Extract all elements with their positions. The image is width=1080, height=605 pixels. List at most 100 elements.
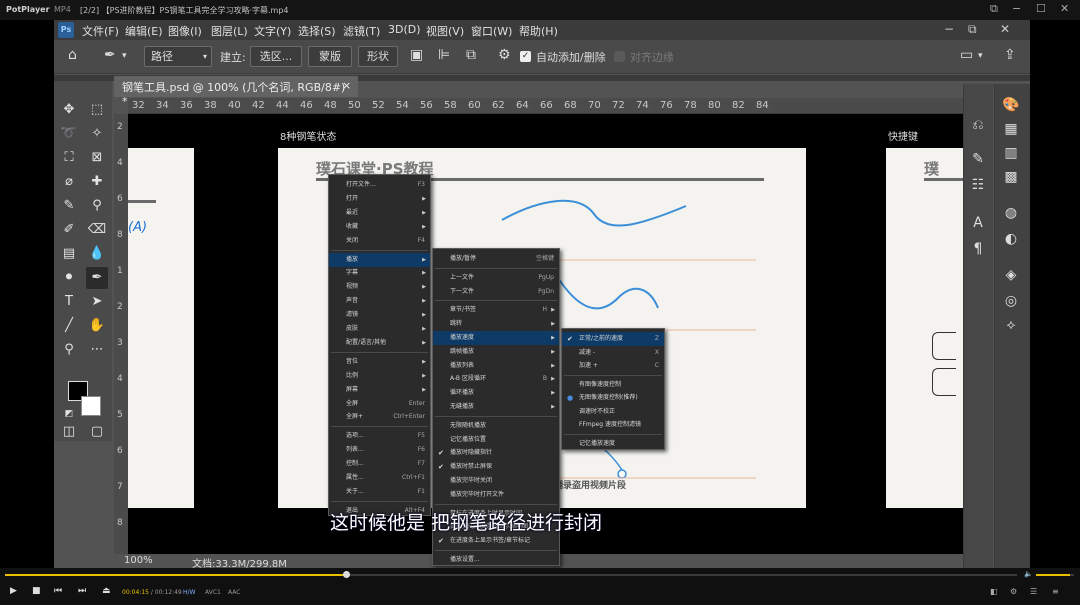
ps-close-icon[interactable]: ✕	[1000, 22, 1010, 36]
menu-item[interactable]: 记忆播放位置	[433, 433, 559, 447]
color-palette-icon[interactable]: 🎨	[1002, 96, 1020, 114]
menu-item[interactable]: A-B 区段循环 B ▶	[433, 372, 559, 386]
menu-file[interactable]: 文件(F)	[82, 23, 119, 39]
menu-item[interactable]: 有图像速度控制	[562, 378, 664, 392]
eyedropper-icon[interactable]: ⌀	[58, 171, 80, 193]
minimize-icon[interactable]: −	[1012, 2, 1021, 15]
menu-item[interactable]: FFmpeg 速度控制滤镜	[562, 418, 664, 432]
ps-minimize-icon[interactable]: −	[944, 22, 954, 36]
maximize-icon[interactable]: ☐	[1036, 2, 1046, 15]
previous-icon[interactable]: ⏮	[54, 586, 62, 596]
menu-item[interactable]: 控制... F7	[329, 457, 430, 471]
menu-item[interactable]: 循环播放 ▶	[433, 386, 559, 400]
menu-item[interactable]: 播放设置...	[433, 553, 559, 567]
seek-handle[interactable]	[343, 571, 350, 578]
close-icon[interactable]: ✕	[1060, 2, 1069, 15]
menu-item[interactable]: 关闭 F4	[329, 234, 430, 248]
chevron-down-icon[interactable]: ▾	[122, 51, 127, 61]
pen-tool-icon[interactable]: ✒	[104, 47, 116, 63]
menu-layer[interactable]: 图层(L)	[211, 23, 248, 39]
make-shape-button[interactable]: 形状	[358, 46, 398, 67]
background-color-swatch[interactable]	[81, 396, 101, 416]
eject-icon[interactable]: ⏏	[102, 586, 111, 596]
zoom-level[interactable]: 100%	[124, 555, 153, 566]
menu-item[interactable]: 字幕 ▶	[329, 266, 430, 280]
workspace-icon[interactable]: ▭	[960, 47, 973, 63]
menu-item[interactable]: 记忆播放速度	[562, 437, 664, 451]
menu-item[interactable]: ● 无图像速度控制(推荐)	[562, 391, 664, 405]
menu-3d[interactable]: 3D(D)	[388, 23, 421, 36]
menu-item[interactable]: ✔ 正常/之前的速度 Z	[562, 332, 664, 346]
menu-icon[interactable]: ≡	[1052, 587, 1059, 596]
menu-help[interactable]: 帮助(H)	[519, 23, 558, 39]
3d-icon[interactable]: ◧	[990, 587, 998, 596]
paths-icon[interactable]: ⟡	[1002, 316, 1020, 334]
menu-type[interactable]: 文字(Y)	[254, 23, 291, 39]
ps-restore-icon[interactable]: ⧉	[968, 22, 977, 37]
menu-image[interactable]: 图像(I)	[168, 23, 202, 39]
workspace-chevron-icon[interactable]: ▾	[978, 51, 983, 61]
gradients-icon[interactable]: ▥	[1002, 144, 1020, 162]
layers-icon[interactable]: ◈	[1002, 266, 1020, 284]
volume-icon[interactable]: 🔈	[1024, 570, 1033, 578]
marquee-tool-icon[interactable]: ⬚	[86, 99, 108, 121]
menu-item[interactable]: ✔ 播放时隐藏指针	[433, 446, 559, 460]
menu-item[interactable]: 无缝播放 ▶	[433, 400, 559, 414]
lasso-tool-icon[interactable]: ➰	[58, 123, 80, 145]
move-tool-icon[interactable]: ✥	[58, 99, 80, 121]
menu-item[interactable]: 跳帧播放 ▶	[433, 345, 559, 359]
eraser-icon[interactable]: ⌫	[86, 219, 108, 241]
menu-item[interactable]: 打开文件... F3	[329, 178, 430, 192]
patterns-icon[interactable]: ▩	[1002, 168, 1020, 186]
menu-item[interactable]: 声音 ▶	[329, 294, 430, 308]
auto-add-checkbox[interactable]: ✓	[520, 51, 531, 62]
dodge-tool-icon[interactable]: ⚫	[58, 267, 80, 289]
menu-item[interactable]: 打开 ▶	[329, 192, 430, 206]
menu-item[interactable]: ✔ 播放时禁止屏保	[433, 460, 559, 474]
menu-item[interactable]: 下一文件 PgDn	[433, 285, 559, 299]
menu-view[interactable]: 视图(V)	[426, 23, 464, 39]
playlist-icon[interactable]: ☰	[1030, 587, 1037, 596]
align-edges-checkbox[interactable]	[614, 51, 625, 62]
menu-item[interactable]: 播放列表 ▶	[433, 359, 559, 373]
menu-edit[interactable]: 编辑(E)	[125, 23, 163, 39]
menu-item[interactable]: 播放/暂停 空格键	[433, 252, 559, 266]
brush-tool-icon[interactable]: ✎	[58, 195, 80, 217]
type-tool-icon[interactable]: T	[58, 291, 80, 313]
menu-item[interactable]: 跳转 ▶	[433, 317, 559, 331]
pen-tool-icon[interactable]: ✒	[86, 267, 108, 289]
menu-filter[interactable]: 滤镜(T)	[343, 23, 380, 39]
video-codec-badge[interactable]: AVC1	[205, 589, 221, 596]
quick-mask-icon[interactable]: ◫	[58, 421, 80, 443]
menu-item[interactable]: 比例 ▶	[329, 369, 430, 383]
path-selection-icon[interactable]: ➤	[86, 291, 108, 313]
menu-item[interactable]: 屏幕 ▶	[329, 383, 430, 397]
clone-stamp-icon[interactable]: ⚲	[86, 195, 108, 217]
menu-item[interactable]: 列表... F6	[329, 443, 430, 457]
tab-close-icon[interactable]: ×	[342, 79, 351, 92]
document-tab[interactable]: 钢笔工具.psd @ 100% (几个名词, RGB/8#) *	[114, 76, 358, 108]
history-brush-icon[interactable]: ✐	[58, 219, 80, 241]
screen-mode-icon[interactable]: ▢	[86, 421, 108, 443]
menu-item[interactable]: 播放 ▶	[329, 252, 430, 267]
menu-item[interactable]: 加速 + C	[562, 359, 664, 373]
blur-tool-icon[interactable]: 💧	[86, 243, 108, 265]
magic-wand-icon[interactable]: ✧	[86, 123, 108, 145]
ps-logo[interactable]: Ps	[58, 22, 74, 38]
pin-icon[interactable]: ⧉	[990, 2, 998, 16]
home-icon[interactable]: ⌂	[68, 47, 77, 63]
hw-badge[interactable]: H/W	[183, 589, 195, 596]
menu-item[interactable]: 调速时不校正	[562, 405, 664, 419]
swatches-grid-icon[interactable]: ▦	[1002, 120, 1020, 138]
share-icon[interactable]: ⇪	[1004, 47, 1016, 63]
make-selection-button[interactable]: 选区...	[250, 46, 302, 67]
settings-icon[interactable]: ⚙	[1010, 587, 1017, 596]
gradient-tool-icon[interactable]: ▤	[58, 243, 80, 265]
stop-icon[interactable]: ■	[32, 586, 41, 596]
menu-item[interactable]: ✔ 在进度条上显示书签/章节标记	[433, 534, 559, 548]
menu-select[interactable]: 选择(S)	[298, 23, 336, 39]
menu-item[interactable]: 播放完毕时打开文件	[433, 488, 559, 502]
path-mode-select[interactable]: 路径 ▾	[144, 46, 212, 67]
gear-icon[interactable]: ⚙	[498, 47, 511, 63]
paragraph-icon[interactable]: ¶	[969, 240, 987, 258]
